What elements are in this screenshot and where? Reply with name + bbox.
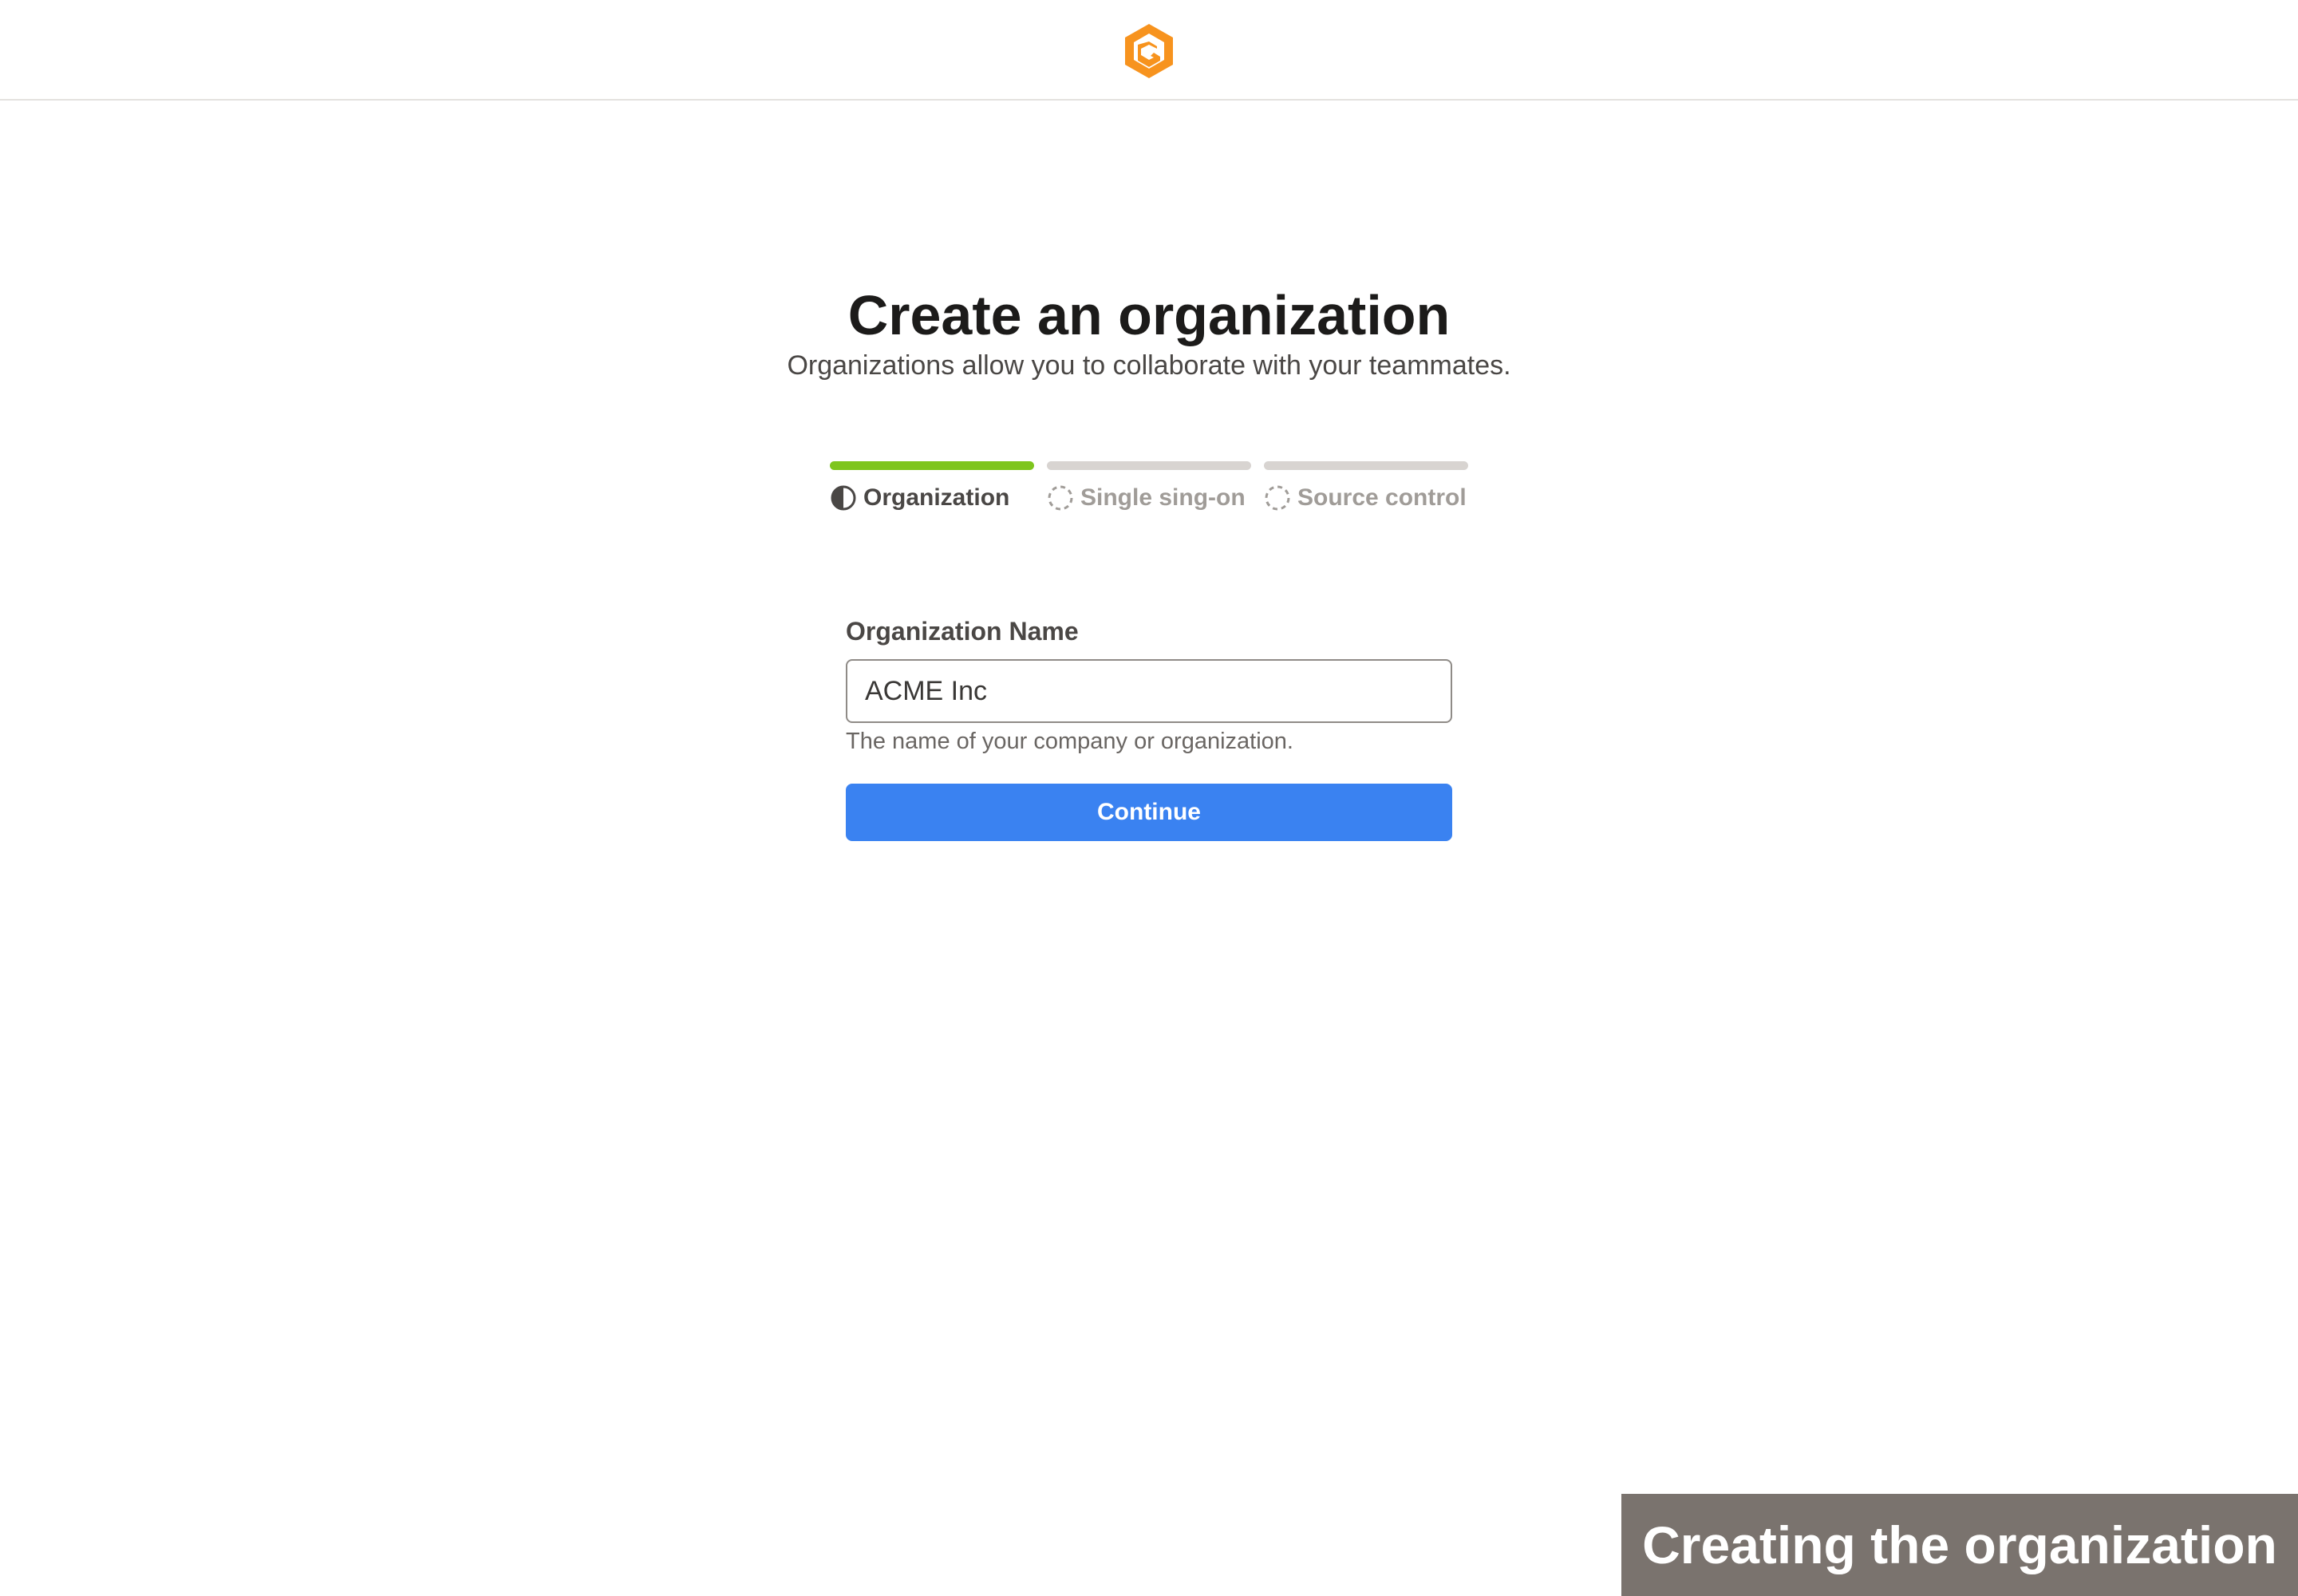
step-label: Source control	[1297, 484, 1467, 511]
top-bar	[0, 0, 2298, 101]
step-organization: Organization	[830, 480, 1009, 516]
organization-name-label: Organization Name	[846, 617, 1079, 646]
organization-name-hint: The name of your company or organization…	[846, 729, 1293, 754]
dashed-circle-icon	[1265, 485, 1290, 511]
page-subtitle: Organizations allow you to collaborate w…	[787, 350, 1511, 381]
step-progress-sso	[1047, 461, 1251, 470]
page-title: Create an organization	[847, 284, 1451, 346]
step-progress-organization	[830, 461, 1034, 470]
logo-icon[interactable]	[1122, 22, 1176, 80]
step-source-control: Source control	[1264, 480, 1467, 516]
continue-button[interactable]: Continue	[846, 784, 1452, 841]
step-single-sign-on: Single sing-on	[1047, 480, 1246, 516]
organization-name-input[interactable]	[846, 659, 1452, 723]
half-circle-icon	[831, 485, 856, 511]
dashed-circle-icon	[1048, 485, 1073, 511]
step-progress-source-control	[1264, 461, 1468, 470]
step-label: Organization	[863, 484, 1010, 511]
caption-banner: Creating the organization	[1621, 1494, 2298, 1596]
step-label: Single sing-on	[1080, 484, 1246, 511]
